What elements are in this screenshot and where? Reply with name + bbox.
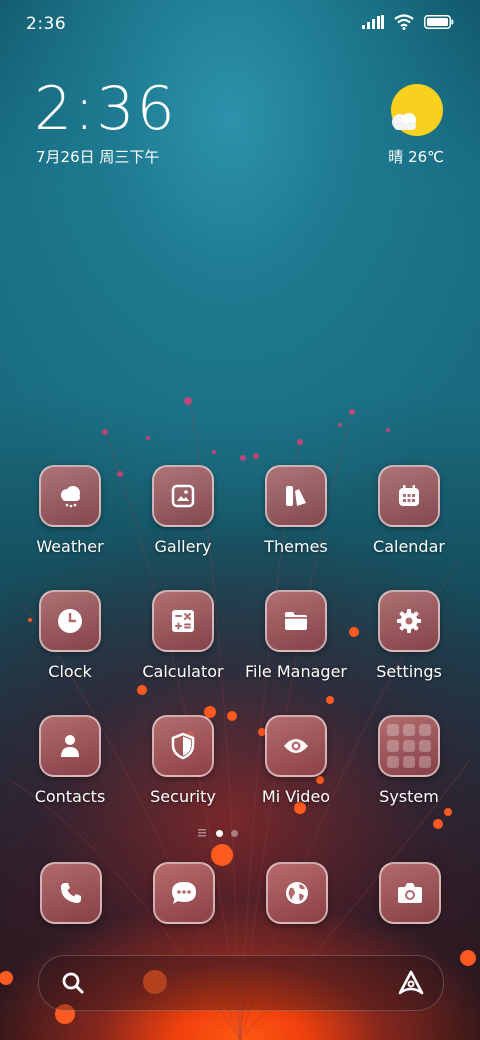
app-file-manager[interactable]: File Manager <box>241 590 351 681</box>
folder-icon <box>265 590 327 652</box>
search-icon[interactable] <box>61 971 85 995</box>
app-label: Mi Video <box>261 787 331 806</box>
clock-widget-date: 7月26日 周三下午 <box>36 148 160 166</box>
assistant-icon[interactable] <box>397 969 425 997</box>
app-label: Contacts <box>34 787 106 806</box>
calculator-icon <box>152 590 214 652</box>
app-themes[interactable]: Themes <box>241 465 351 556</box>
app-settings[interactable]: Settings <box>354 590 464 681</box>
app-label: Clock <box>48 662 92 681</box>
dock-camera[interactable] <box>379 862 441 924</box>
wifi-icon <box>394 14 414 30</box>
app-label: File Manager <box>245 662 347 681</box>
page-indicator[interactable] <box>198 829 238 837</box>
app-label: Settings <box>376 662 442 681</box>
eye-icon <box>265 715 327 777</box>
search-bar[interactable] <box>38 955 444 1011</box>
app-label: Themes <box>264 537 328 556</box>
gear-icon <box>378 590 440 652</box>
status-icons <box>362 14 454 30</box>
app-label: Weather <box>36 537 104 556</box>
calendar-icon <box>378 465 440 527</box>
weather-text: 晴 26℃ <box>388 148 444 166</box>
gallery-icon <box>152 465 214 527</box>
feed-page-icon <box>198 829 206 837</box>
app-label: System <box>379 787 439 806</box>
app-label: Calendar <box>373 537 445 556</box>
messages-icon <box>153 862 215 924</box>
app-label: Calculator <box>142 662 224 681</box>
dock-messages[interactable] <box>153 862 215 924</box>
page-dot-active <box>216 829 223 837</box>
status-bar: 2:36 <box>0 0 480 50</box>
dock-phone[interactable] <box>40 862 102 924</box>
battery-icon <box>424 15 454 29</box>
dock-browser[interactable] <box>266 862 328 924</box>
app-weather[interactable]: Weather <box>15 465 125 556</box>
shield-icon <box>152 715 214 777</box>
app-mi-video[interactable]: Mi Video <box>241 715 351 806</box>
weather-icon <box>39 465 101 527</box>
app-label: Gallery <box>154 537 212 556</box>
globe-icon <box>266 862 328 924</box>
app-calculator[interactable]: Calculator <box>128 590 238 681</box>
app-clock[interactable]: Clock <box>15 590 125 681</box>
clock-icon <box>39 590 101 652</box>
folder-grid-icon <box>378 715 440 777</box>
app-gallery[interactable]: Gallery <box>128 465 238 556</box>
clock-widget-time[interactable]: 2:36 <box>34 74 177 144</box>
themes-icon <box>265 465 327 527</box>
app-system-folder[interactable]: System <box>354 715 464 806</box>
app-security[interactable]: Security <box>128 715 238 806</box>
status-time: 2:36 <box>26 14 67 34</box>
app-calendar[interactable]: Calendar <box>354 465 464 556</box>
camera-icon <box>379 862 441 924</box>
app-contacts[interactable]: Contacts <box>15 715 125 806</box>
signal-icon <box>362 15 384 29</box>
person-icon <box>39 715 101 777</box>
cloud-icon <box>392 113 416 130</box>
page-dot <box>231 829 238 837</box>
phone-icon <box>40 862 102 924</box>
app-label: Security <box>150 787 216 806</box>
